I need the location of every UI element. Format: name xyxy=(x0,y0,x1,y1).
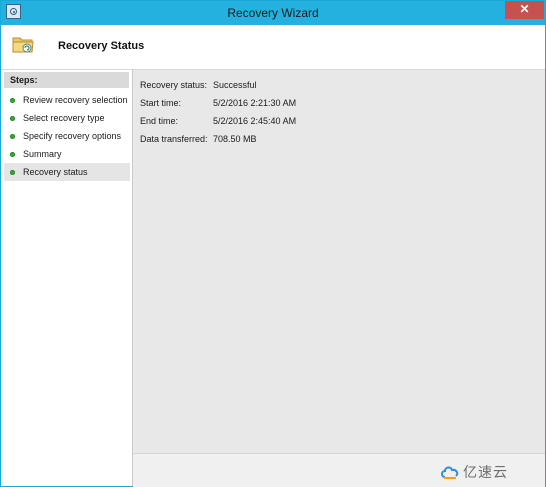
start-time-label: Start time: xyxy=(140,98,182,108)
window-title: Recovery Wizard xyxy=(227,6,319,20)
folder-restore-icon xyxy=(12,37,34,53)
step-summary[interactable]: Summary xyxy=(4,145,130,163)
step-current-icon xyxy=(10,170,15,175)
steps-list: Review recovery selection Select recover… xyxy=(4,91,130,181)
step-complete-icon xyxy=(10,152,15,157)
page-title: Recovery Status xyxy=(58,40,145,52)
step-complete-icon xyxy=(10,134,15,139)
status-panel: Recovery status: Successful Start time: … xyxy=(133,70,545,453)
step-label: Review recovery selection xyxy=(23,95,128,105)
step-label: Summary xyxy=(23,149,62,159)
end-time-value: 5/2/2016 2:45:40 AM xyxy=(213,116,297,126)
step-specify-recovery-options[interactable]: Specify recovery options xyxy=(4,127,130,145)
recovery-status-label: Recovery status: xyxy=(140,80,208,90)
data-transferred-label: Data transferred: xyxy=(140,134,208,144)
step-complete-icon xyxy=(10,98,15,103)
close-icon: ✕ xyxy=(519,2,530,16)
watermark: 亿速云 xyxy=(440,461,508,483)
end-time-label: End time: xyxy=(140,116,179,126)
wizard-header: Recovery Status xyxy=(1,25,545,70)
step-label: Select recovery type xyxy=(23,113,105,123)
data-transferred-value: 708.50 MB xyxy=(213,134,257,144)
steps-sidebar: Steps: Review recovery selection Select … xyxy=(1,70,133,486)
step-review-recovery-selection[interactable]: Review recovery selection xyxy=(4,91,130,109)
step-label: Specify recovery options xyxy=(23,131,122,141)
step-select-recovery-type[interactable]: Select recovery type xyxy=(4,109,130,127)
step-recovery-status[interactable]: Recovery status xyxy=(4,163,130,181)
start-time-value: 5/2/2016 2:21:30 AM xyxy=(213,98,297,108)
title-bar[interactable]: Recovery Wizard ✕ xyxy=(1,1,545,25)
step-complete-icon xyxy=(10,116,15,121)
cloud-logo-icon xyxy=(441,466,459,479)
step-label: Recovery status xyxy=(23,167,88,177)
watermark-text: 亿速云 xyxy=(463,464,508,480)
recovery-wizard-window: Recovery Wizard ✕ Recovery Status Steps:… xyxy=(0,0,546,487)
steps-heading: Steps: xyxy=(4,72,129,88)
close-button[interactable]: ✕ xyxy=(505,1,544,19)
recovery-status-value: Successful xyxy=(213,80,257,90)
